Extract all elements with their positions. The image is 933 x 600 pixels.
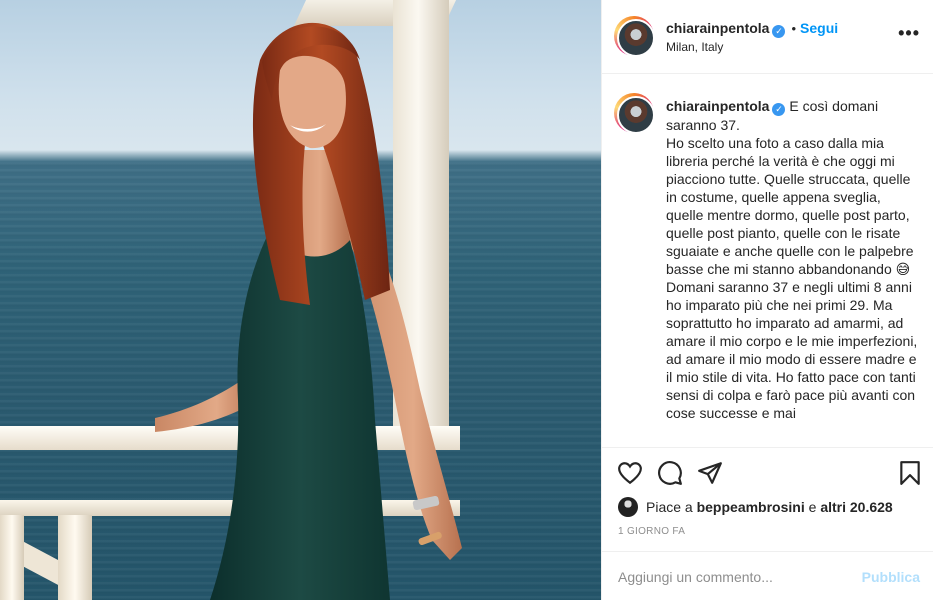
railing-post (0, 515, 24, 600)
likes-others[interactable]: altri 20.628 (820, 499, 892, 515)
separator-dot: • (791, 21, 797, 36)
heart-icon[interactable] (617, 460, 643, 486)
verified-badge-icon: ✓ (772, 25, 786, 38)
location-link[interactable]: Milan, Italy (666, 40, 723, 54)
verified-badge-icon: ✓ (772, 103, 786, 116)
comment-form: Pubblica (602, 551, 933, 600)
caption-text: E così domani saranno 37. Ho scelto una … (666, 98, 918, 421)
caption-section[interactable]: chiarainpentola ✓ E così domani saranno 3… (602, 75, 933, 447)
railing-post (58, 515, 92, 600)
post-sidebar: chiarainpentola ✓ • Segui Milan, Italy ••• … (601, 0, 933, 600)
post-header: chiarainpentola ✓ • Segui Milan, Italy ••• (602, 0, 933, 74)
publish-button[interactable]: Pubblica (862, 569, 920, 585)
post-photo[interactable] (0, 0, 601, 600)
username-link[interactable]: chiarainpentola (666, 20, 769, 36)
more-options-icon[interactable]: ••• (898, 24, 920, 42)
share-icon[interactable] (697, 460, 723, 486)
comment-icon[interactable] (657, 460, 683, 486)
post-timestamp[interactable]: 1 GIORNO FA (618, 526, 685, 537)
caption: chiarainpentola ✓ E così domani saranno 3… (666, 97, 922, 422)
likes-middle: e (804, 499, 821, 515)
liker-username[interactable]: beppeambrosini (697, 499, 805, 515)
likes-summary[interactable]: Piace a beppeambrosini e altri 20.628 (618, 497, 893, 517)
avatar[interactable] (614, 16, 655, 57)
comment-input[interactable] (618, 566, 848, 588)
caption-username[interactable]: chiarainpentola (666, 98, 769, 114)
post-actions: Piace a beppeambrosini e altri 20.628 1 … (602, 447, 933, 600)
likes-prefix: Piace a (646, 499, 697, 515)
header-user: chiarainpentola ✓ • Segui (666, 20, 838, 38)
follow-button[interactable]: Segui (800, 20, 838, 36)
caption-avatar[interactable] (614, 93, 655, 134)
liker-avatar (618, 497, 638, 517)
woman-figure (155, 22, 462, 600)
bookmark-icon[interactable] (897, 460, 923, 486)
